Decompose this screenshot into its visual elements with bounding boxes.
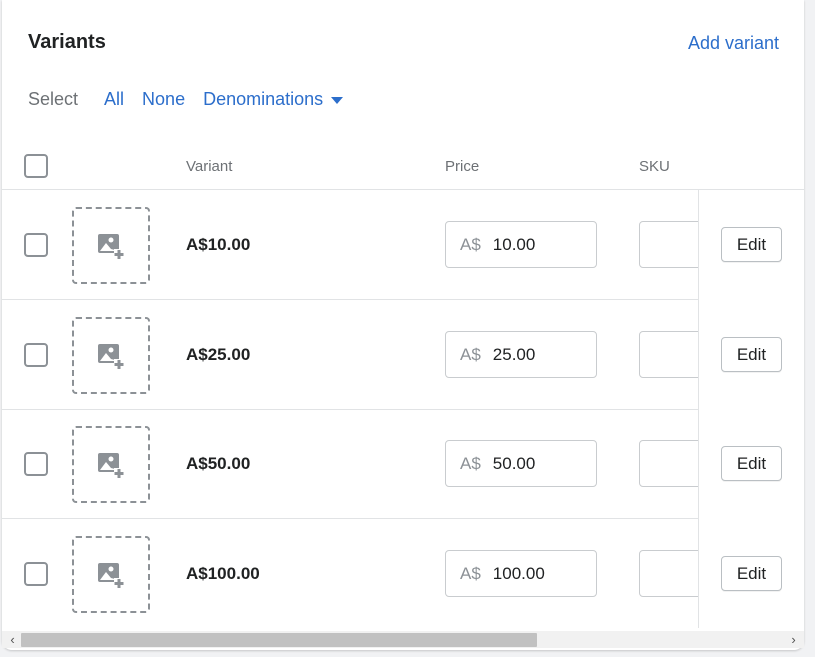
caret-down-icon[interactable] xyxy=(331,96,344,104)
edit-variant-button[interactable]: Edit xyxy=(721,337,782,372)
add-variant-link[interactable]: Add variant xyxy=(688,33,779,54)
add-image-button[interactable] xyxy=(72,536,150,613)
variant-name: A$10.00 xyxy=(186,235,251,254)
table-header: Variant Price SKU xyxy=(2,141,804,190)
image-add-icon xyxy=(98,452,124,478)
add-image-button[interactable] xyxy=(72,317,150,394)
price-value: 100.00 xyxy=(492,563,545,583)
row-checkbox[interactable] xyxy=(24,452,48,476)
price-value: 10.00 xyxy=(492,234,536,254)
currency-prefix: A$ xyxy=(460,563,481,583)
table-row: A$50.00 A$ 50.00 xyxy=(2,409,804,519)
select-all-link[interactable]: All xyxy=(104,89,124,110)
edit-variant-button[interactable]: Edit xyxy=(721,446,782,481)
horizontal-scrollbar[interactable]: ‹ › xyxy=(2,631,804,648)
select-all-checkbox[interactable] xyxy=(24,154,48,178)
currency-prefix: A$ xyxy=(460,453,481,473)
chevron-left-icon[interactable]: ‹ xyxy=(4,631,21,648)
image-add-icon xyxy=(98,233,124,259)
chevron-right-icon[interactable]: › xyxy=(785,631,802,648)
denominations-dropdown[interactable]: Denominations xyxy=(203,89,323,110)
edit-variant-button[interactable]: Edit xyxy=(721,556,782,591)
table-row: A$25.00 A$ 25.00 xyxy=(2,300,804,410)
row-checkbox[interactable] xyxy=(24,233,48,257)
bulk-select-bar: Select All None Denominations xyxy=(28,87,344,111)
column-header-sku: SKU xyxy=(639,158,670,175)
variant-name: A$100.00 xyxy=(186,564,260,583)
price-value: 50.00 xyxy=(492,453,536,473)
column-header-variant: Variant xyxy=(186,158,233,175)
row-checkbox[interactable] xyxy=(24,343,48,367)
card-title: Variants xyxy=(28,31,106,53)
add-image-button[interactable] xyxy=(72,207,150,284)
image-add-icon xyxy=(98,562,124,588)
price-input[interactable]: A$ 100.00 xyxy=(445,550,597,597)
price-input[interactable]: A$ 10.00 xyxy=(445,221,597,268)
select-none-link[interactable]: None xyxy=(142,89,185,110)
price-input[interactable]: A$ 50.00 xyxy=(445,440,597,487)
price-input[interactable]: A$ 25.00 xyxy=(445,331,597,378)
table-row: A$100.00 A$ 100.00 xyxy=(2,519,804,628)
image-add-icon xyxy=(98,343,124,369)
sticky-actions-column: Edit Edit Edit Edit xyxy=(698,190,804,628)
price-value: 25.00 xyxy=(492,344,536,364)
table-row: A$10.00 A$ 10.00 xyxy=(2,190,804,300)
column-header-price: Price xyxy=(445,158,480,175)
variant-name: A$25.00 xyxy=(186,345,251,364)
scrollbar-thumb[interactable] xyxy=(21,633,537,647)
currency-prefix: A$ xyxy=(460,344,481,364)
currency-prefix: A$ xyxy=(460,234,481,254)
row-checkbox[interactable] xyxy=(24,562,48,586)
variants-card: Variants Add variant Select All None Den… xyxy=(2,0,804,650)
variant-name: A$50.00 xyxy=(186,454,251,473)
add-image-button[interactable] xyxy=(72,426,150,503)
edit-variant-button[interactable]: Edit xyxy=(721,227,782,262)
select-label: Select xyxy=(28,88,79,109)
